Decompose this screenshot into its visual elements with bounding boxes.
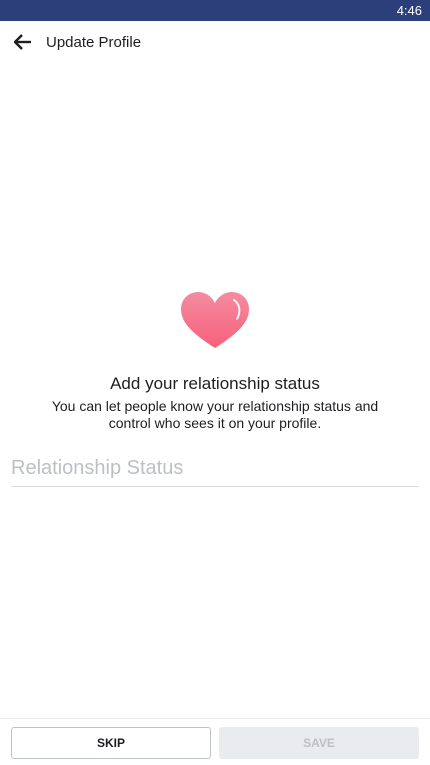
page-title: Update Profile <box>46 33 142 51</box>
arrow-left-icon <box>14 34 31 50</box>
relationship-status-input[interactable] <box>11 450 419 487</box>
headline: Add your relationship status <box>110 374 320 393</box>
app-bar: Update Profile <box>0 21 430 63</box>
skip-button[interactable]: SKIP <box>11 727 211 759</box>
heart-icon <box>177 290 253 352</box>
save-button[interactable]: SAVE <box>219 727 419 759</box>
status-time: 4:46 <box>396 3 422 18</box>
description: You can let people know your relationshi… <box>51 398 379 431</box>
status-bar: 4:46 <box>0 0 430 21</box>
bottom-action-bar: SKIP SAVE <box>0 718 430 765</box>
back-button[interactable] <box>11 30 35 54</box>
